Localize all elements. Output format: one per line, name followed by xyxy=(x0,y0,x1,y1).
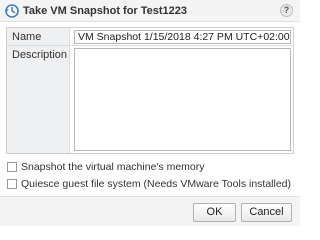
snapshot-form: Name Description VM Snapshot 1/15/2018 4… xyxy=(6,27,294,154)
quiesce-checkbox[interactable] xyxy=(7,179,17,189)
dialog-titlebar: Take VM Snapshot for Test1223 ? xyxy=(0,0,300,22)
vm-snapshot-icon xyxy=(4,3,20,19)
name-input[interactable]: VM Snapshot 1/15/2018 4:27 PM UTC+02:00 xyxy=(74,30,291,44)
ok-button[interactable]: OK xyxy=(193,203,236,222)
take-snapshot-dialog: Take VM Snapshot for Test1223 ? Name Des… xyxy=(0,0,300,226)
snapshot-memory-label[interactable]: Snapshot the virtual machine's memory xyxy=(21,161,205,173)
cancel-button[interactable]: Cancel xyxy=(241,203,292,222)
label-column xyxy=(7,28,70,153)
help-button[interactable]: ? xyxy=(280,4,293,17)
snapshot-memory-checkbox[interactable] xyxy=(7,162,17,172)
name-label: Name xyxy=(12,31,42,43)
dialog-title: Take VM Snapshot for Test1223 xyxy=(23,5,188,17)
description-textarea[interactable] xyxy=(74,48,291,151)
description-label: Description xyxy=(12,49,68,61)
dialog-footer: OK Cancel xyxy=(0,196,300,226)
quiesce-label[interactable]: Quiesce guest file system (Needs VMware … xyxy=(21,178,291,190)
row-divider xyxy=(7,45,293,46)
